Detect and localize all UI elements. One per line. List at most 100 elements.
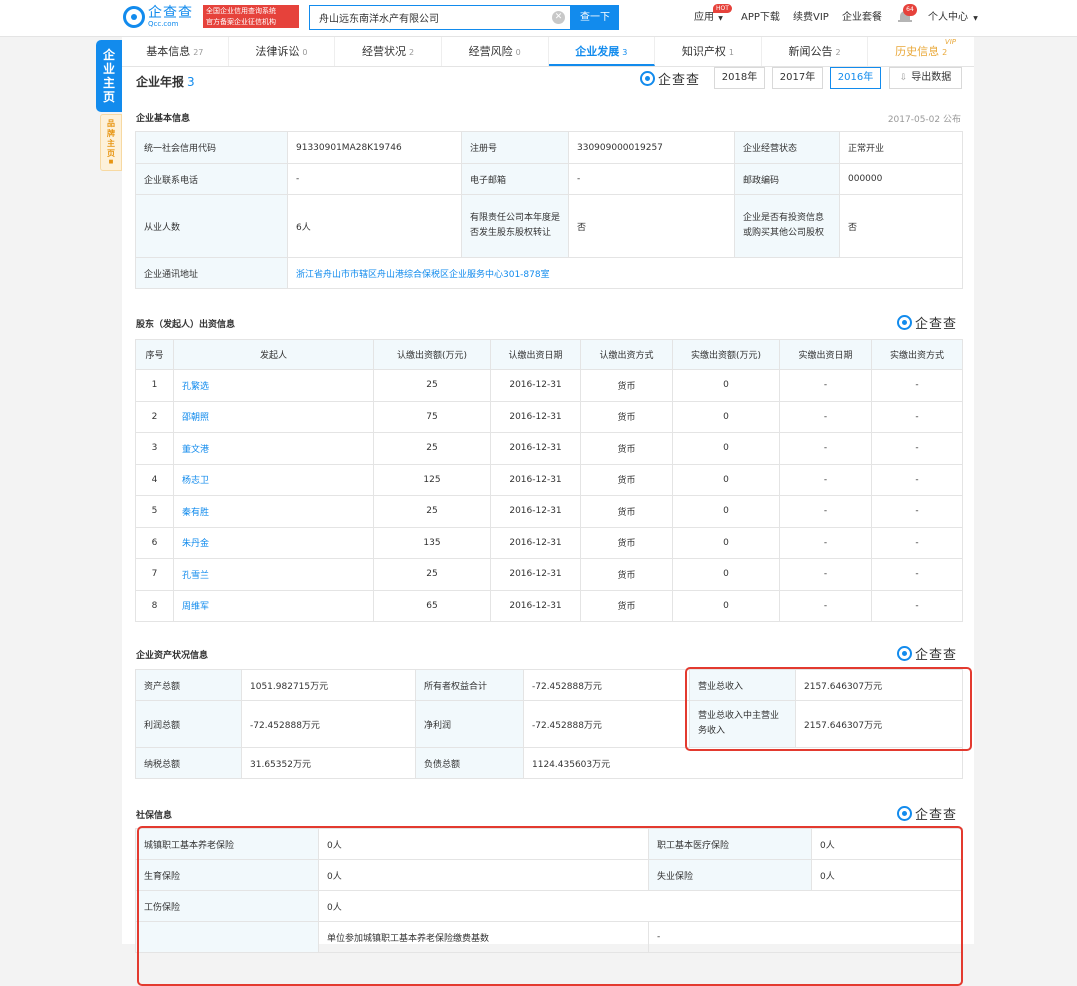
qcc-watermark: 企查查 (897, 313, 957, 332)
table-row: 3 董文港 25 2016-12-31 货币 0- - (135, 432, 963, 465)
tab-label: 经营风险 (468, 45, 513, 58)
download-icon: ⇩ (899, 73, 908, 83)
company-home-tab[interactable]: 企 业 主 页 (96, 40, 122, 112)
tab-legal[interactable]: 法律诉讼 0 (229, 37, 336, 66)
investment-value: 否 (839, 194, 963, 258)
year-2017-button[interactable]: 2017年 (772, 67, 823, 89)
social-insurance-title: 社保信息 (136, 811, 173, 821)
table-row: 4 杨志卫 125 2016-12-31 货币 0- - (135, 463, 963, 496)
table-cell: - (779, 558, 872, 591)
export-button[interactable]: ⇩ 导出数据 (889, 67, 962, 89)
table-cell: 2016-12-31 (490, 495, 581, 528)
table-cell: - (871, 495, 963, 528)
shareholders-table: 序号 发起人 认缴出资额(万元) 认缴出资日期 认缴出资方式 实缴出资额(万元) 实缴出资日… (135, 339, 963, 622)
table-cell: 货币 (580, 589, 673, 622)
logo-sub: Qcc.com (148, 20, 179, 28)
shareholder-name-link[interactable]: 杨志卫 (173, 463, 374, 496)
equity-value: -72.452888万元 (523, 669, 690, 701)
tab-count: 0 (302, 48, 308, 57)
table-header-row: 序号 发起人 认缴出资额(万元) 认缴出资日期 认缴出资方式 实缴出资额(万元) 实缴出资日… (135, 339, 963, 370)
side-char: 企 (102, 48, 115, 62)
highlight-box (137, 826, 963, 986)
postcode-value: 000000 (839, 163, 963, 195)
postcode-label: 邮政编码 (734, 163, 840, 195)
shareholder-name-link[interactable]: 周维军 (173, 589, 374, 622)
publish-date: 2017-05-02 公布 (887, 115, 961, 125)
caret-down-icon: ▼ (973, 15, 978, 22)
user-center-label: 个人中心 (928, 12, 968, 23)
table-cell: 135 (373, 526, 491, 559)
table-row: 8 周维军 65 2016-12-31 货币 0- - (135, 589, 963, 622)
nav-enterprise-package[interactable]: 企业套餐 (842, 0, 882, 36)
basic-info-title: 企业基本信息 (136, 114, 191, 124)
table-cell: 2016-12-31 (490, 463, 581, 496)
shareholder-name-link[interactable]: 孔繁选 (173, 369, 374, 402)
search-box: ✕ (309, 5, 571, 30)
table-cell: 125 (373, 463, 491, 496)
tab-development[interactable]: 企业发展 3 (548, 37, 656, 66)
table-cell: 0 (672, 463, 780, 496)
tab-count: 2 (942, 48, 948, 57)
total-assets-label: 资产总额 (135, 669, 242, 701)
search-button[interactable]: 查一下 (571, 5, 619, 30)
address-link[interactable]: 浙江省舟山市市辖区舟山港综合保税区企业服务中心301-878室 (287, 257, 963, 289)
qcc-watermark: 企查查 (640, 69, 700, 88)
status-value: 正常开业 (839, 131, 963, 164)
table-cell: 0 (672, 495, 780, 528)
brand-home-tab[interactable]: 品 牌 主 页 ■ (100, 114, 122, 171)
table-cell: 25 (373, 495, 491, 528)
tab-label: 基本信息 (146, 45, 191, 58)
shareholder-name-link[interactable]: 董文港 (173, 432, 374, 465)
qcc-watermark: 企查查 (897, 644, 957, 663)
column-header: 实缴出资方式 (871, 339, 963, 370)
qcc-logo[interactable]: 企查查 Qcc.com (123, 5, 193, 29)
tab-label: 知识产权 (681, 45, 726, 58)
shareholder-name-link[interactable]: 邵朝照 (173, 400, 374, 433)
profit-value: -72.452888万元 (241, 700, 416, 748)
credit-code-label: 统一社会信用代码 (135, 131, 288, 164)
table-row: 1 孔繁选 25 2016-12-31 货币 0- - (135, 369, 963, 402)
table-cell: 6 (135, 526, 174, 559)
nav-user-center[interactable]: 个人中心 ▼ (928, 0, 978, 36)
tab-basic-info[interactable]: 基本信息 27 (122, 37, 229, 66)
tax-value: 31.65352万元 (241, 747, 416, 779)
year-2016-button[interactable]: 2016年 (830, 67, 881, 89)
table-cell: 2016-12-31 (490, 589, 581, 622)
reg-no-label: 注册号 (461, 131, 569, 164)
table-cell: 8 (135, 589, 174, 622)
table-cell: - (871, 400, 963, 433)
investment-label: 企业是否有投资信息或购买其他公司股权 (734, 194, 840, 258)
table-cell: 0 (672, 432, 780, 465)
table-row: 6 朱丹金 135 2016-12-31 货币 0- - (135, 526, 963, 559)
shareholder-name-link[interactable]: 秦有胜 (173, 495, 374, 528)
tab-news[interactable]: 新闻公告 2 (762, 37, 869, 66)
shareholders-title: 股东（发起人）出资信息 (136, 320, 236, 330)
shareholder-name-link[interactable]: 孔雪兰 (173, 558, 374, 591)
column-header: 认缴出资方式 (580, 339, 673, 370)
address-label: 企业通讯地址 (135, 257, 288, 289)
watermark-text: 企查查 (658, 73, 701, 88)
nav-app-download[interactable]: APP下载 (741, 0, 780, 36)
side-char: 页 (102, 90, 115, 104)
tab-count: 2 (409, 48, 415, 57)
qcc-watermark: 企查查 (897, 804, 957, 823)
nav-apps-label: 应用 (694, 12, 714, 23)
tab-ip[interactable]: 知识产权 1 (655, 37, 762, 66)
tab-history[interactable]: 历史信息 2 VIP (868, 37, 974, 66)
table-cell: 75 (373, 400, 491, 433)
table-cell: 货币 (580, 400, 673, 433)
table-cell: - (779, 400, 872, 433)
search-input[interactable] (310, 6, 540, 29)
tab-count: 3 (622, 48, 628, 57)
table-cell: 2016-12-31 (490, 369, 581, 402)
clear-icon[interactable]: ✕ (552, 11, 565, 24)
nav-renew-vip[interactable]: 续费VIP (793, 0, 829, 36)
tab-operations[interactable]: 经营状况 2 (335, 37, 442, 66)
slogan-badge: 全国企业信用查询系统 官方备案企业征信机构 (203, 5, 299, 28)
qcc-logo-icon (640, 71, 655, 86)
shareholder-name-link[interactable]: 朱丹金 (173, 526, 374, 559)
table-cell: 0 (672, 558, 780, 591)
table-cell: - (779, 369, 872, 402)
tab-risk[interactable]: 经营风险 0 (442, 37, 549, 66)
year-2018-button[interactable]: 2018年 (714, 67, 765, 89)
